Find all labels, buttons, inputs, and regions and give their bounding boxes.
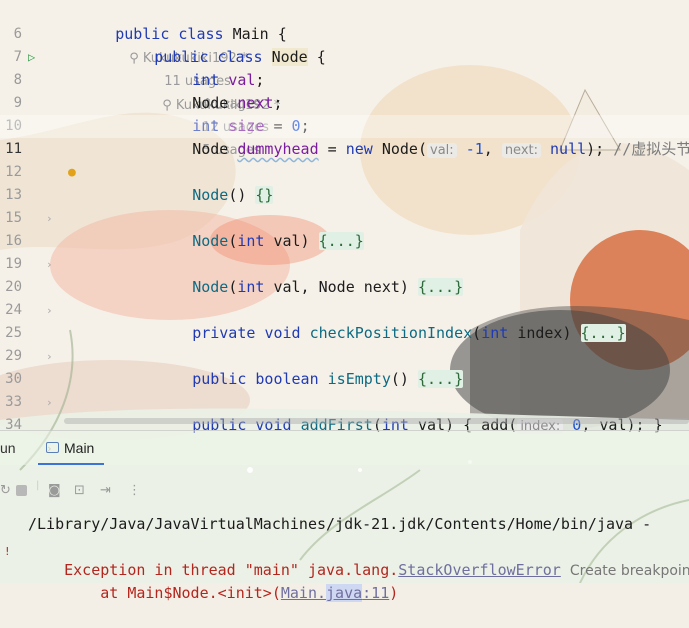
code-line-34[interactable]: 34 › public void addFirst(int val) { add… bbox=[0, 391, 689, 455]
code-line-6[interactable]: 6 ▷ public class Main { ⚲ Kukukukiki192 … bbox=[0, 0, 689, 66]
run-toolbar: ↻ | ◙ ⊡ ⇥ ⋮ bbox=[0, 478, 689, 506]
run-panel-title: un bbox=[0, 440, 16, 456]
code-line-15[interactable]: 15 bbox=[0, 184, 689, 226]
code-line-25[interactable]: 25 › private void checkPositionIndex(int… bbox=[0, 299, 689, 363]
code-line-10[interactable]: 10 int size = 0; 5 usages bbox=[0, 92, 689, 158]
code-editor[interactable]: 6 ▷ public class Main { ⚲ Kukukukiki192 … bbox=[0, 0, 689, 455]
source-link[interactable]: :11 bbox=[362, 584, 389, 602]
code-line-19[interactable]: 19 bbox=[0, 230, 689, 272]
horizontal-scrollbar[interactable] bbox=[64, 418, 689, 424]
code-line-8[interactable]: 8 int val; 4 usages bbox=[0, 46, 689, 112]
rerun-icon[interactable]: ↻ bbox=[0, 483, 11, 498]
code-line-16[interactable]: 16 › Node(int val) {...} bbox=[0, 207, 689, 271]
tab-main[interactable]: Main bbox=[38, 431, 104, 465]
run-tool-window-header: un Main bbox=[0, 430, 689, 465]
restore-layout-icon[interactable]: ⊡ bbox=[74, 483, 85, 498]
console-tab-icon bbox=[46, 442, 59, 453]
code-line-30[interactable]: 30 › public boolean isEmpty() {...} bbox=[0, 345, 689, 409]
code-line-7[interactable]: 7 public class Node { 11 usages ⚲ Kukuku… bbox=[0, 23, 689, 113]
stacktrace-text: ) bbox=[389, 584, 399, 602]
exit-icon[interactable]: ⇥ bbox=[100, 483, 111, 498]
console-line: /Library/Java/JavaVirtualMachines/jdk-21… bbox=[28, 515, 652, 533]
create-breakpoint-link[interactable]: Create breakpoint bbox=[570, 563, 689, 579]
exception-link[interactable]: StackOverflowError bbox=[398, 561, 561, 579]
source-link[interactable]: java bbox=[326, 584, 363, 602]
code-line-9[interactable]: 9 Node next; 12 usages bbox=[0, 69, 689, 135]
error-marker-icon: ! bbox=[4, 545, 11, 558]
code-line-29[interactable]: 29 bbox=[0, 322, 689, 364]
source-link[interactable]: Main. bbox=[281, 584, 326, 602]
code-line-11[interactable]: 11 ● Node dummyhead = new Node(val: -1, … bbox=[0, 115, 689, 180]
stop-icon[interactable] bbox=[16, 485, 27, 496]
console-output[interactable]: /Library/Java/JavaVirtualMachines/jdk-21… bbox=[0, 512, 689, 602]
separator: | bbox=[36, 480, 40, 491]
code-line-13[interactable]: 13 › Node() {} bbox=[0, 161, 689, 225]
code-line-24[interactable]: 24 bbox=[0, 276, 689, 318]
more-options-icon[interactable]: ⋮ bbox=[128, 483, 141, 498]
tab-label: Main bbox=[64, 440, 95, 456]
code-line-12[interactable]: 12 bbox=[0, 138, 689, 180]
code-line-20[interactable]: 20 › Node(int val, Node next) {...} bbox=[0, 253, 689, 317]
stacktrace-text: at Main$Node.<init>( bbox=[64, 584, 281, 602]
camera-icon[interactable]: ◙ bbox=[48, 483, 61, 498]
console-stacktrace-line: at Main$Node.<init>(Main.java:11) bbox=[28, 559, 398, 628]
code-line-33[interactable]: 33 bbox=[0, 368, 689, 410]
